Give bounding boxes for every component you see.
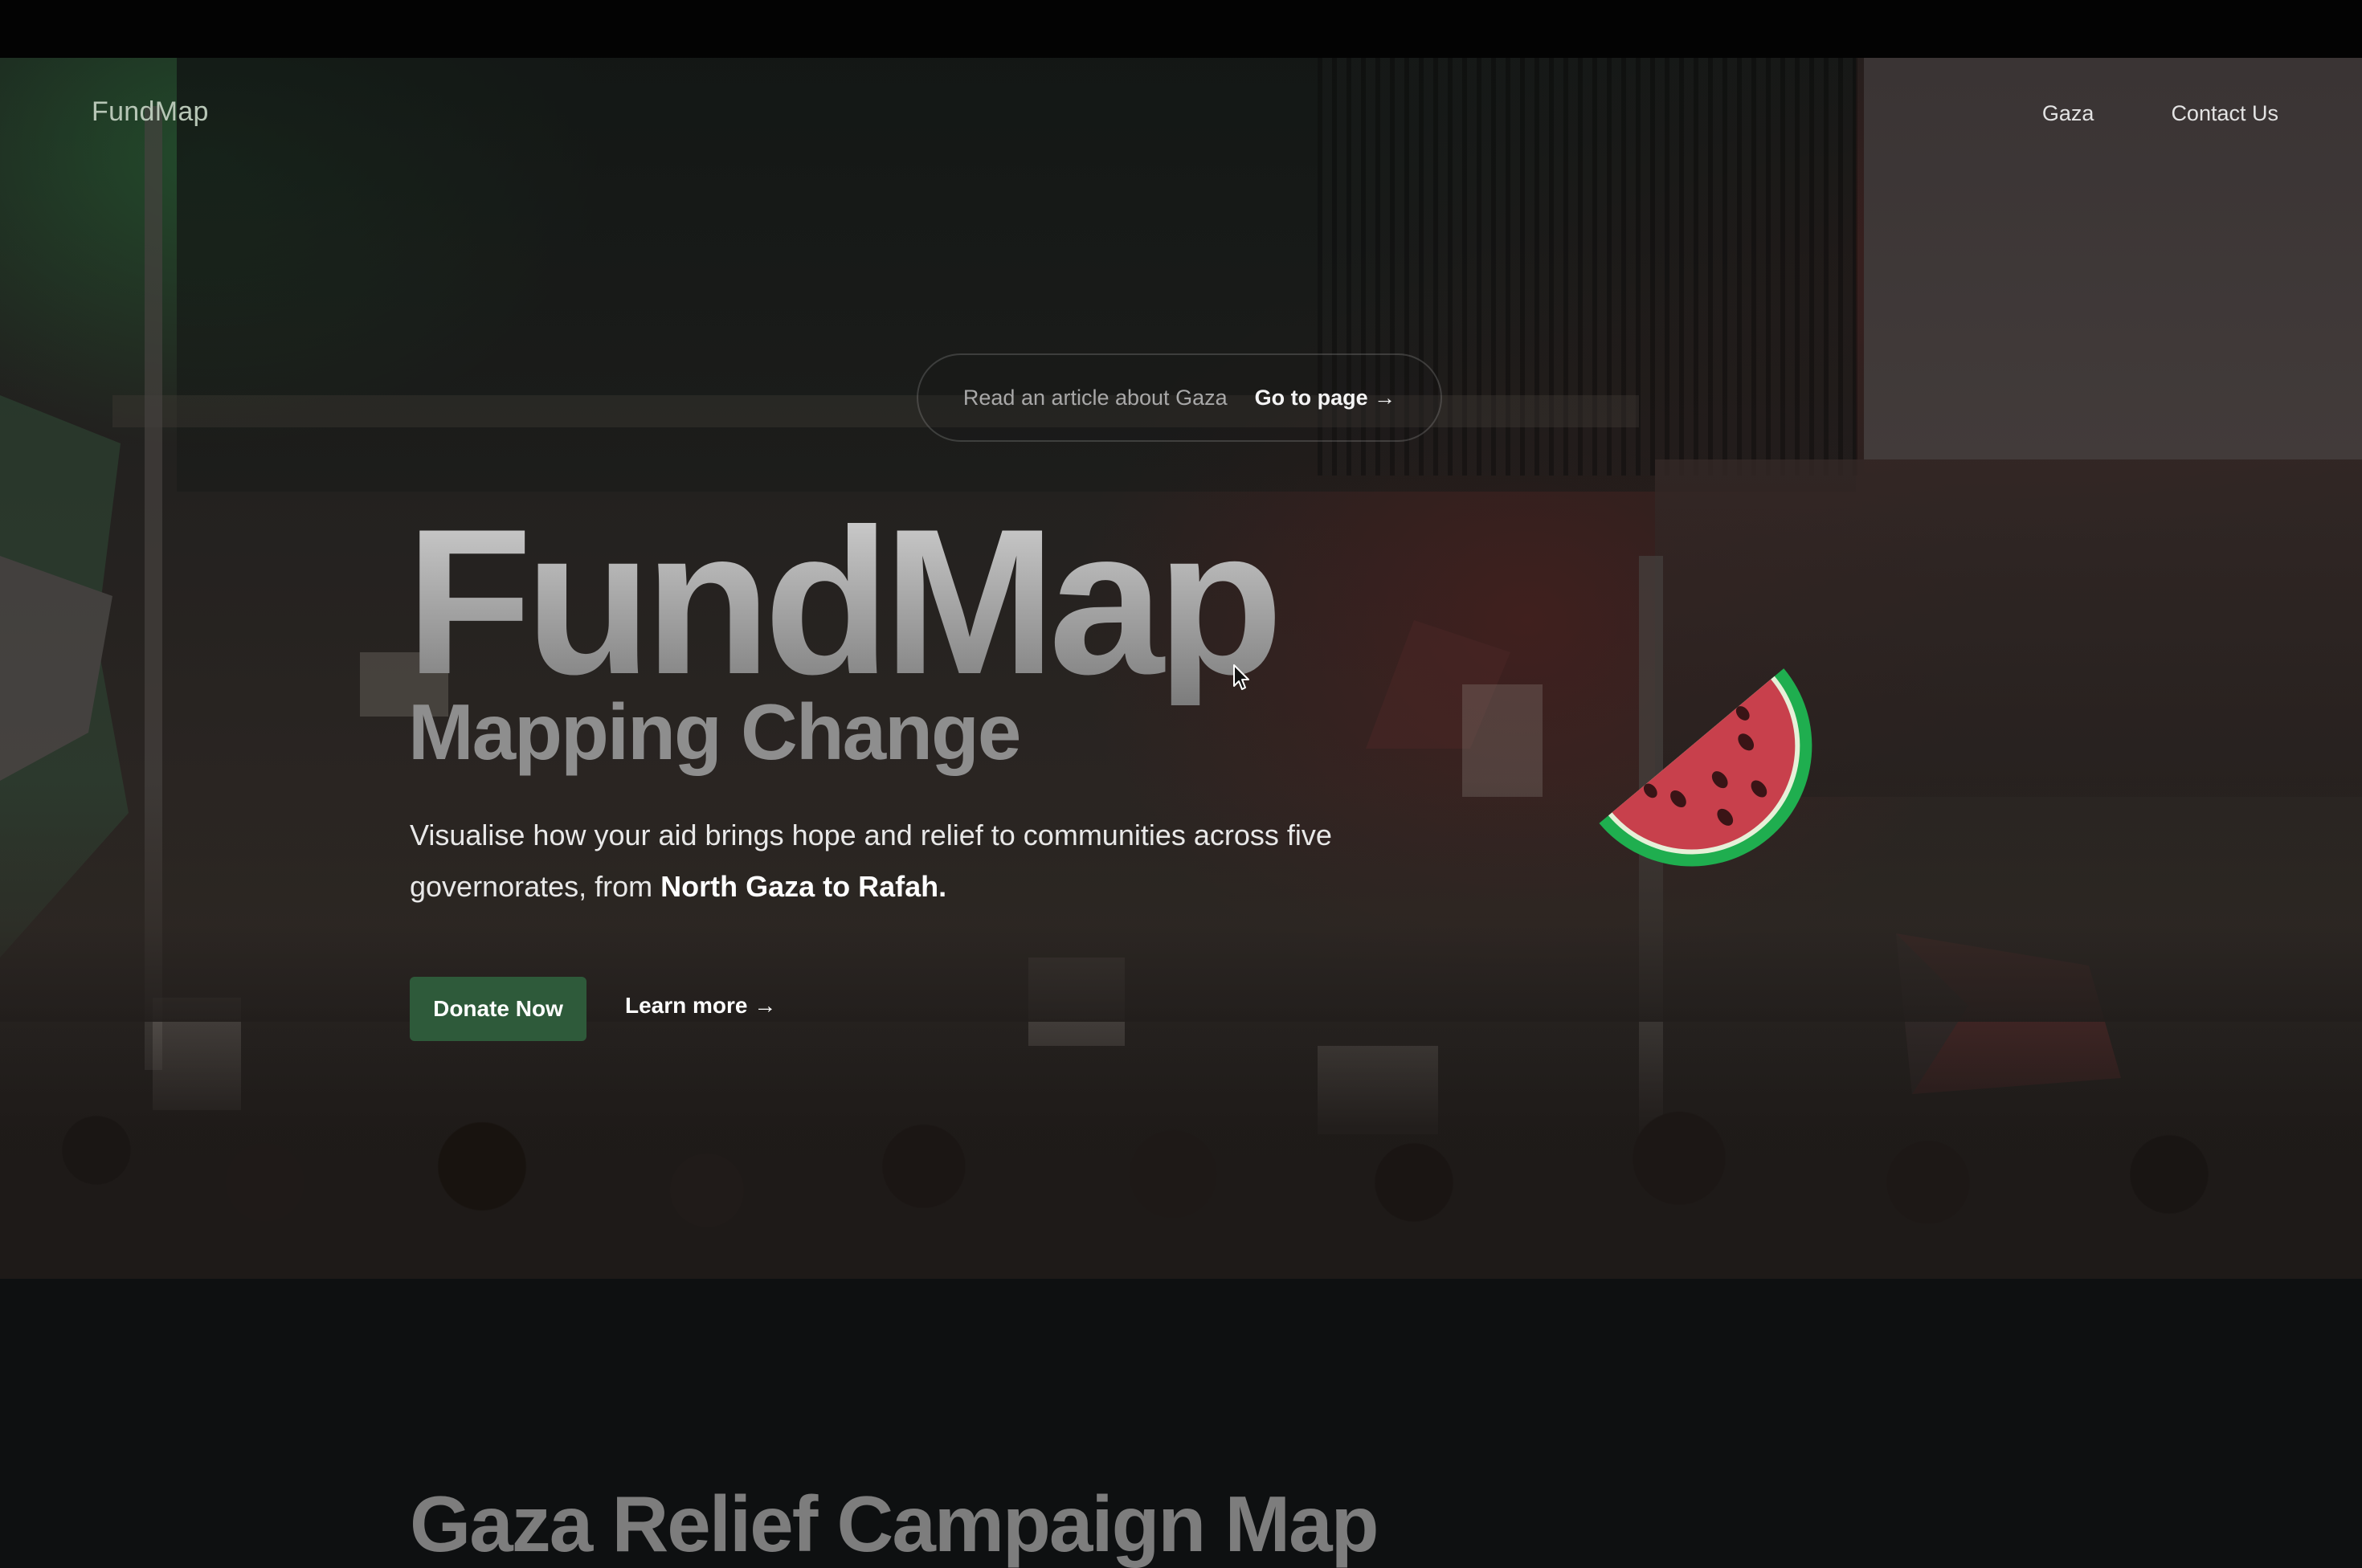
donate-now-button[interactable]: Donate Now bbox=[410, 977, 586, 1041]
watermelon-icon bbox=[1599, 668, 1812, 867]
nav-link-contact-us[interactable]: Contact Us bbox=[2171, 101, 2278, 126]
campaign-map-title: Gaza Relief Campaign Map bbox=[410, 1480, 1379, 1568]
learn-more-link[interactable]: Learn more → bbox=[625, 993, 776, 1019]
hero-title: FundMap bbox=[406, 485, 1283, 717]
mouse-cursor-icon bbox=[1233, 664, 1249, 690]
nav-link-gaza[interactable]: Gaza bbox=[2042, 101, 2094, 126]
browser-top-bar bbox=[0, 0, 2362, 58]
main-nav: Gaza Contact Us bbox=[2042, 101, 2278, 126]
brand-logo[interactable]: FundMap bbox=[92, 96, 209, 128]
go-to-page-link[interactable]: Go to page → bbox=[1255, 386, 1396, 410]
hero-description-highlight: North Gaza to Rafah. bbox=[660, 870, 947, 903]
announcement-text: Read an article about Gaza bbox=[962, 385, 1228, 410]
announcement-pill: Read an article about Gaza Go to page → bbox=[917, 353, 1442, 442]
background-sign bbox=[1462, 684, 1543, 797]
background-crowd bbox=[0, 1006, 2362, 1279]
hero-subtitle: Mapping Change bbox=[408, 688, 1021, 776]
hero-description: Visualise how your aid brings hope and r… bbox=[410, 810, 1406, 913]
